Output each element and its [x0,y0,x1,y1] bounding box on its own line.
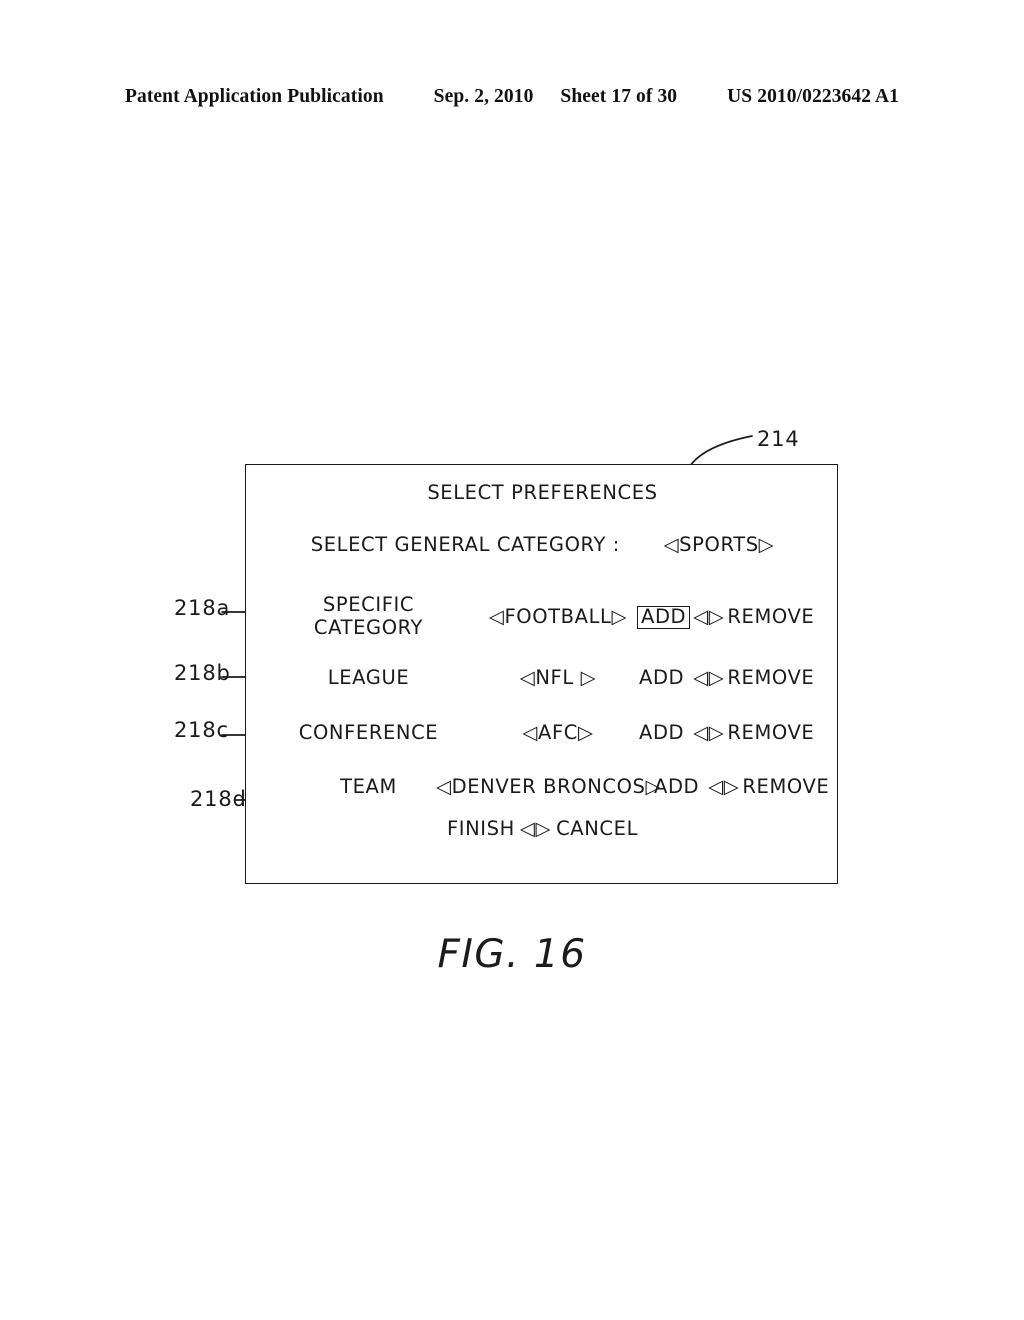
row-actions-specific-category: ADD ◁▷ REMOVE [637,605,829,630]
row-actions-team: ADD ◁▷ REMOVE [654,775,844,798]
reference-numeral-218c: 218c [174,718,229,742]
reference-numeral-214: 214 [757,427,800,451]
remove-button-league[interactable]: REMOVE [727,666,814,689]
remove-button-team[interactable]: REMOVE [742,775,829,798]
figure-16: 214 216 218a 218b 218c 218d SELECT PREFE… [0,0,1024,1320]
row-value-team[interactable]: ◁DENVER BRONCOS▷ [436,775,661,798]
add-button-league[interactable]: ADD [639,666,684,689]
general-category-selector[interactable]: ◁SPORTS▷ [664,533,775,556]
figure-caption: FIG. 16 [437,932,587,977]
row-value-specific-category[interactable]: ◁FOOTBALL▷ [458,605,658,628]
remove-button-specific-category[interactable]: REMOVE [727,605,814,628]
left-right-arrows-icon[interactable]: ◁▷ [690,666,727,689]
add-button-conference[interactable]: ADD [639,721,684,744]
add-button-team[interactable]: ADD [654,775,699,798]
select-preferences-screen: SELECT PREFERENCES SELECT GENERAL CATEGO… [245,464,838,884]
row-label-line-2: CATEGORY [313,616,424,639]
row-label-league: LEAGUE [266,666,471,689]
left-right-arrows-icon[interactable]: ◁▷ [690,721,727,744]
reference-numeral-218b: 218b [174,661,231,685]
cancel-button[interactable]: CANCEL [556,817,638,840]
row-label-line-1: LEAGUE [327,666,410,689]
left-right-arrows-icon[interactable]: ◁▷ [705,775,742,798]
add-button-specific-category[interactable]: ADD [637,606,691,630]
left-right-arrows-icon[interactable]: ◁▷ [515,817,556,840]
row-label-specific-category: SPECIFIC CATEGORY [266,593,471,639]
general-category-label: SELECT GENERAL CATEGORY : [310,533,620,556]
row-value-league[interactable]: ◁NFL ▷ [458,666,658,689]
screen-title: SELECT PREFERENCES [427,481,658,504]
row-label-conference: CONFERENCE [266,721,471,744]
row-actions-conference: ADD ◁▷ REMOVE [639,721,829,744]
reference-numeral-218d: 218d [190,787,247,811]
general-category-row: SELECT GENERAL CATEGORY : ◁SPORTS▷ [246,533,839,556]
row-label-line-1: SPECIFIC [322,593,415,616]
remove-button-conference[interactable]: REMOVE [727,721,814,744]
row-label-line-1: CONFERENCE [298,721,439,744]
left-right-arrows-icon[interactable]: ◁▷ [690,605,727,628]
leader-line-214 [689,435,753,467]
row-value-conference[interactable]: ◁AFC▷ [458,721,658,744]
reference-numeral-218a: 218a [174,596,231,620]
finish-button[interactable]: FINISH [447,817,515,840]
screen-footer-actions: FINISH ◁▷ CANCEL [246,817,839,840]
row-actions-league: ADD ◁▷ REMOVE [639,666,829,689]
